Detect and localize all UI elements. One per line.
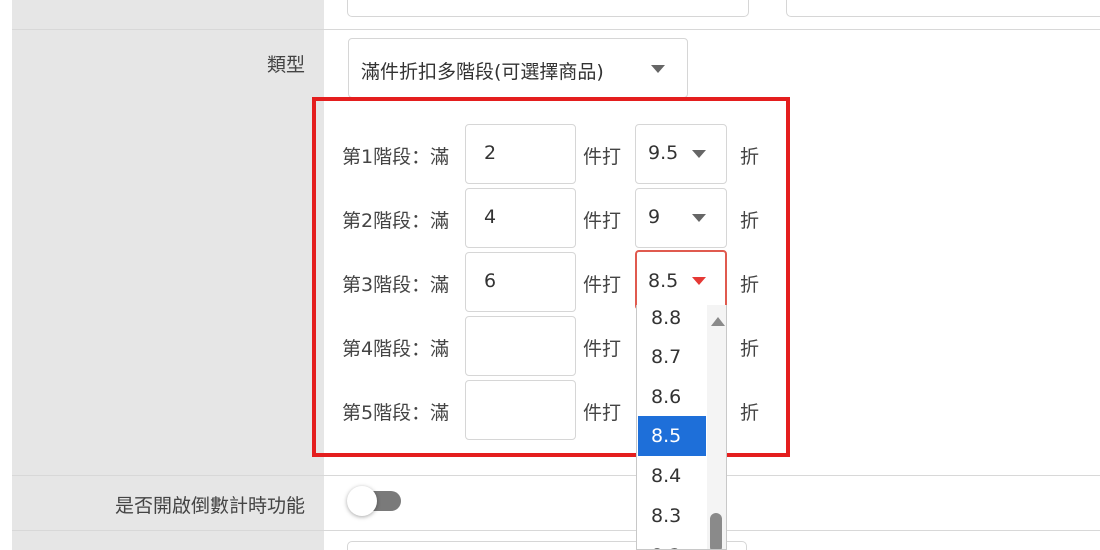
tier-discount-select[interactable]: 9 [635, 188, 727, 248]
tier-unit-label: 件打 [583, 402, 622, 424]
row-divider [12, 29, 1100, 30]
toggle-knob [347, 486, 377, 516]
row-divider [12, 530, 1100, 531]
tier-quantity-value: 2 [484, 142, 497, 164]
tier-quantity-input[interactable] [465, 380, 576, 440]
tier-quantity-input[interactable]: 2 [465, 124, 576, 184]
tier-label: 第5階段：滿 [342, 402, 450, 424]
type-select[interactable]: 滿件折扣多階段(可選擇商品) [348, 38, 688, 98]
tier-unit-label: 件打 [583, 274, 622, 296]
tier-discount-suffix: 折 [740, 274, 760, 296]
tier-quantity-value: 6 [484, 270, 497, 292]
dropdown-option[interactable]: 8.2 [638, 536, 706, 549]
tier-quantity-input[interactable]: 6 [465, 252, 576, 312]
tier-discount-suffix: 折 [740, 402, 760, 424]
type-select-value: 滿件折扣多階段(可選擇商品) [361, 61, 604, 83]
scrollbar-thumb[interactable] [710, 513, 722, 549]
tier-quantity-input[interactable] [465, 316, 576, 376]
chevron-down-icon [692, 277, 706, 285]
dropdown-option-selected[interactable]: 8.5 [638, 416, 706, 456]
countdown-toggle[interactable] [347, 486, 403, 516]
tier-discount-suffix: 折 [740, 210, 760, 232]
dropdown-option[interactable]: 8.6 [638, 377, 706, 417]
tier-discount-suffix: 折 [740, 146, 760, 168]
previous-field-input-left[interactable] [347, 0, 749, 17]
dropdown-option[interactable]: 8.4 [638, 456, 706, 496]
tier-unit-label: 件打 [583, 146, 622, 168]
tier-label: 第2階段：滿 [342, 210, 450, 232]
label-column [12, 0, 324, 550]
row-divider [12, 475, 1100, 476]
previous-field-input-right[interactable] [786, 0, 1100, 17]
tier-discount-value: 9 [648, 206, 661, 228]
tier-label: 第1階段：滿 [342, 146, 450, 168]
chevron-down-icon [692, 214, 706, 222]
tier-unit-label: 件打 [583, 210, 622, 232]
tier-label: 第4階段：滿 [342, 338, 450, 360]
dropdown-option[interactable]: 8.3 [638, 496, 706, 536]
chevron-down-icon [692, 150, 706, 158]
page-left-margin [0, 0, 12, 550]
tier-discount-select[interactable]: 9.5 [635, 124, 727, 184]
dropdown-option[interactable]: 8.8 [638, 305, 706, 338]
tier-discount-select-open[interactable]: 8.5 [635, 250, 727, 310]
tier-discount-value: 9.5 [648, 142, 679, 164]
tier-unit-label: 件打 [583, 338, 622, 360]
discount-dropdown-list[interactable]: 8.8 8.7 8.6 8.5 8.4 8.3 8.2 [636, 305, 727, 550]
dropdown-option[interactable]: 8.7 [638, 337, 706, 377]
countdown-label: 是否開啟倒數計時功能 [114, 495, 305, 517]
dropdown-scrollbar[interactable] [707, 305, 726, 549]
tier-discount-value: 8.5 [648, 270, 679, 292]
tier-discount-suffix: 折 [740, 338, 760, 360]
tier-label: 第3階段：滿 [342, 274, 450, 296]
type-label: 類型 [266, 54, 305, 76]
scroll-up-icon[interactable] [711, 317, 725, 326]
chevron-down-icon [651, 65, 665, 73]
tier-quantity-value: 4 [484, 206, 497, 228]
tier-quantity-input[interactable]: 4 [465, 188, 576, 248]
